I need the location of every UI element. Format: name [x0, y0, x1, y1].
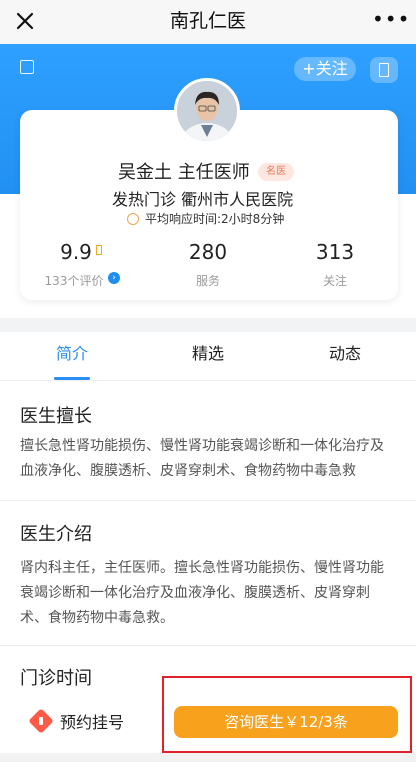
more-menu-icon[interactable]: •••	[372, 8, 409, 34]
expertise-text: 擅长急性肾功能损伤、慢性肾功能衰竭诊断和一体化治疗及血液净化、腹膜透析、皮肾穿刺…	[20, 438, 384, 479]
bottom-strip	[0, 753, 416, 762]
schedule-heading: 门诊时间	[20, 668, 92, 689]
page-title: 南孔仁医	[169, 10, 246, 32]
rating-info-icon	[96, 245, 102, 255]
share-icon[interactable]	[20, 60, 34, 74]
doctor-department-hospital: 发热门诊 衢州市人民医院	[112, 190, 294, 209]
rating-value: 9.9	[60, 240, 92, 264]
tab-divider	[0, 380, 416, 381]
appointment-button[interactable]: 预约挂号	[60, 709, 124, 733]
tab-updates[interactable]: 动态	[285, 340, 405, 380]
follower-count: 313	[315, 240, 355, 264]
avatar	[174, 78, 240, 144]
famous-doctor-badge: 名医	[258, 163, 294, 181]
document-icon[interactable]	[370, 57, 398, 83]
service-label: 服务	[195, 274, 220, 288]
intro-heading: 医生介绍	[20, 524, 92, 545]
divider	[0, 500, 416, 501]
follower-label: 关注	[322, 274, 347, 288]
tab-featured[interactable]: 精选	[148, 340, 268, 380]
intro-text: 肾内科主任，主任医师。擅长急性肾功能损伤、慢性肾功能衰竭诊断和一体化治疗及血液净…	[20, 560, 384, 626]
doctor-name-title: 吴金土 主任医师	[118, 162, 250, 183]
chevron-right-icon[interactable]: ›	[108, 272, 120, 284]
section-gap	[0, 318, 416, 332]
clock-icon	[127, 213, 139, 225]
tab-intro[interactable]: 简介	[12, 340, 132, 380]
expertise-heading: 医生擅长	[20, 406, 92, 427]
divider	[0, 645, 416, 646]
highlight-box	[162, 676, 412, 753]
response-time: 平均响应时间:2小时8分钟	[145, 212, 285, 226]
service-count: 280	[188, 240, 228, 264]
follow-button[interactable]: +关注	[294, 57, 356, 81]
